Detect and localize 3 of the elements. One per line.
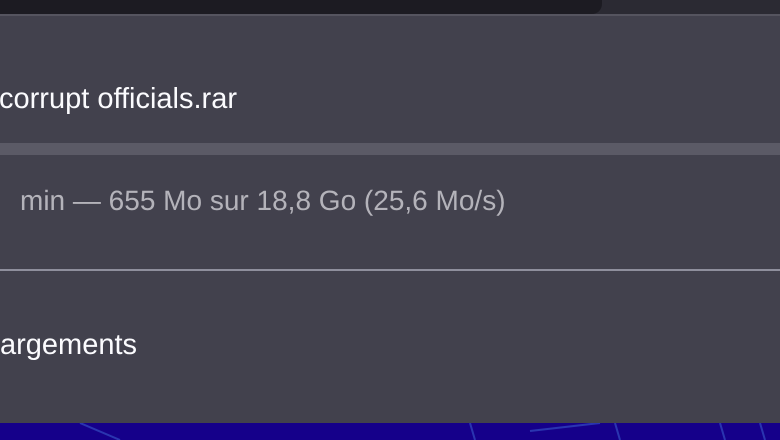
download-status: min — 655 Mo sur 18,8 Go (25,6 Mo/s) [19,184,507,218]
show-all-downloads-link[interactable]: argements [0,327,138,363]
file-name: corrupt officials.rar [0,82,238,117]
